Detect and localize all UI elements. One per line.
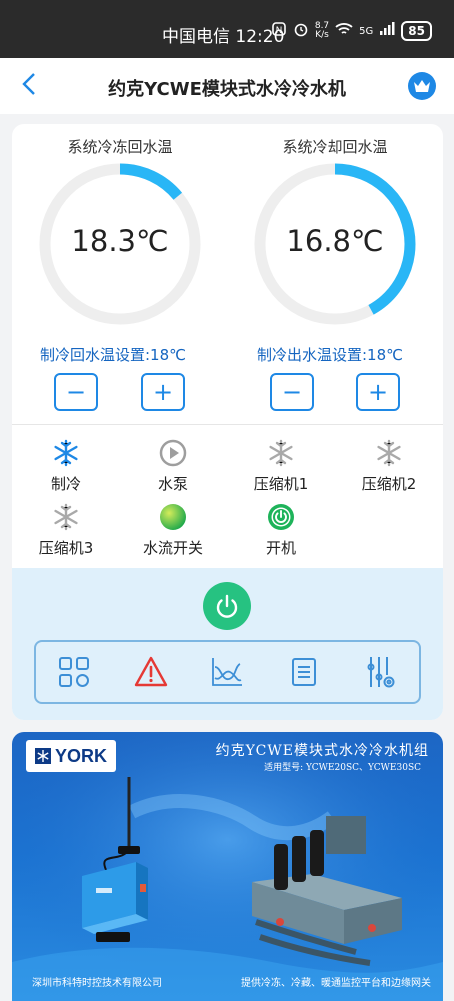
- snowflake-icon: [236, 439, 326, 467]
- list-icon[interactable]: [284, 652, 324, 692]
- banner-title: 约克YCWE模块式水冷冷水机组: [215, 743, 429, 759]
- alarm-clock-icon: [293, 21, 309, 41]
- grid-icon[interactable]: [54, 652, 94, 692]
- return-temp-minus-button[interactable]: −: [54, 373, 98, 411]
- gauge-title-cooling-return: 系统冷却回水温: [282, 138, 388, 156]
- status-pump: 水泵: [128, 439, 218, 494]
- battery-indicator: 85: [401, 21, 432, 41]
- pump-play-icon: [128, 439, 218, 467]
- crown-icon: [414, 80, 430, 92]
- status-compressor-2: 压缩机2: [344, 439, 434, 494]
- status-bar: 中国电信 12:20 N 8.7 K/s 5G 85: [0, 0, 454, 58]
- snowflake-icon: [21, 439, 111, 467]
- power-icon: [236, 503, 326, 531]
- outlet-temp-plus-button[interactable]: +: [356, 373, 400, 411]
- app-header: 约克YCWE模块式水冷冷水机: [0, 58, 454, 114]
- snowflake-icon: [344, 439, 434, 467]
- carrier-time: 中国电信 12:20: [162, 27, 285, 47]
- status-compressor-3: 压缩机3: [21, 503, 111, 558]
- gauge-value-chilled-return: 18.3℃: [71, 224, 169, 258]
- banner-slogan: 提供冷冻、冷藏、暖通监控平台和边缘网关: [241, 978, 431, 989]
- alarm-icon[interactable]: [131, 652, 171, 692]
- status-icons: N 8.7 K/s 5G 85: [271, 21, 432, 41]
- signal-icon: [379, 22, 395, 40]
- control-area: [12, 568, 443, 720]
- status-power-on: 开机: [236, 503, 326, 558]
- banner-models: 适用型号: YCWE20SC、YCWE30SC: [264, 763, 421, 773]
- wifi-icon: [335, 22, 353, 40]
- status-compressor-1: 压缩机1: [236, 439, 326, 494]
- snowflake-icon: [21, 503, 111, 531]
- status-cooling: 制冷: [21, 439, 111, 494]
- setpoint-label-outlet: 制冷出水温设置:18℃: [257, 346, 403, 364]
- status-flow-switch: 水流开关: [128, 503, 218, 558]
- outlet-temp-minus-button[interactable]: −: [270, 373, 314, 411]
- product-banner: YORK 约克YCWE模块式水冷冷水机组 适用型号: YCWE20SC、YCWE…: [12, 732, 443, 1001]
- gauge-title-chilled-return: 系统冷冻回水温: [67, 138, 173, 156]
- divider: [12, 424, 443, 425]
- power-icon: [216, 594, 238, 618]
- snowflake-icon: [34, 748, 51, 764]
- svg-text:N: N: [275, 26, 282, 36]
- power-toggle-button[interactable]: [203, 582, 251, 630]
- page-title: 约克YCWE模块式水冷冷水机: [108, 79, 346, 100]
- york-logo: YORK: [26, 740, 116, 772]
- setpoint-label-return: 制冷回水温设置:18℃: [40, 346, 186, 364]
- function-toolbar: [34, 640, 421, 704]
- vip-crown-button[interactable]: [408, 72, 436, 100]
- gauge-value-cooling-return: 16.8℃: [286, 224, 384, 258]
- banner-company: 深圳市科特时控技术有限公司: [32, 978, 162, 989]
- nfc-icon: N: [271, 21, 287, 41]
- curve-chart-icon[interactable]: [207, 652, 247, 692]
- network-type: 5G: [359, 25, 374, 37]
- device-panel: 系统冷冻回水温 18.3℃ 系统冷却回水温 16.8℃ 制冷回水温设置:18℃ …: [12, 124, 443, 720]
- net-speed: 8.7 K/s: [314, 21, 330, 40]
- flow-switch-icon: [128, 503, 218, 531]
- settings-slider-icon[interactable]: [361, 652, 401, 692]
- return-temp-plus-button[interactable]: +: [141, 373, 185, 411]
